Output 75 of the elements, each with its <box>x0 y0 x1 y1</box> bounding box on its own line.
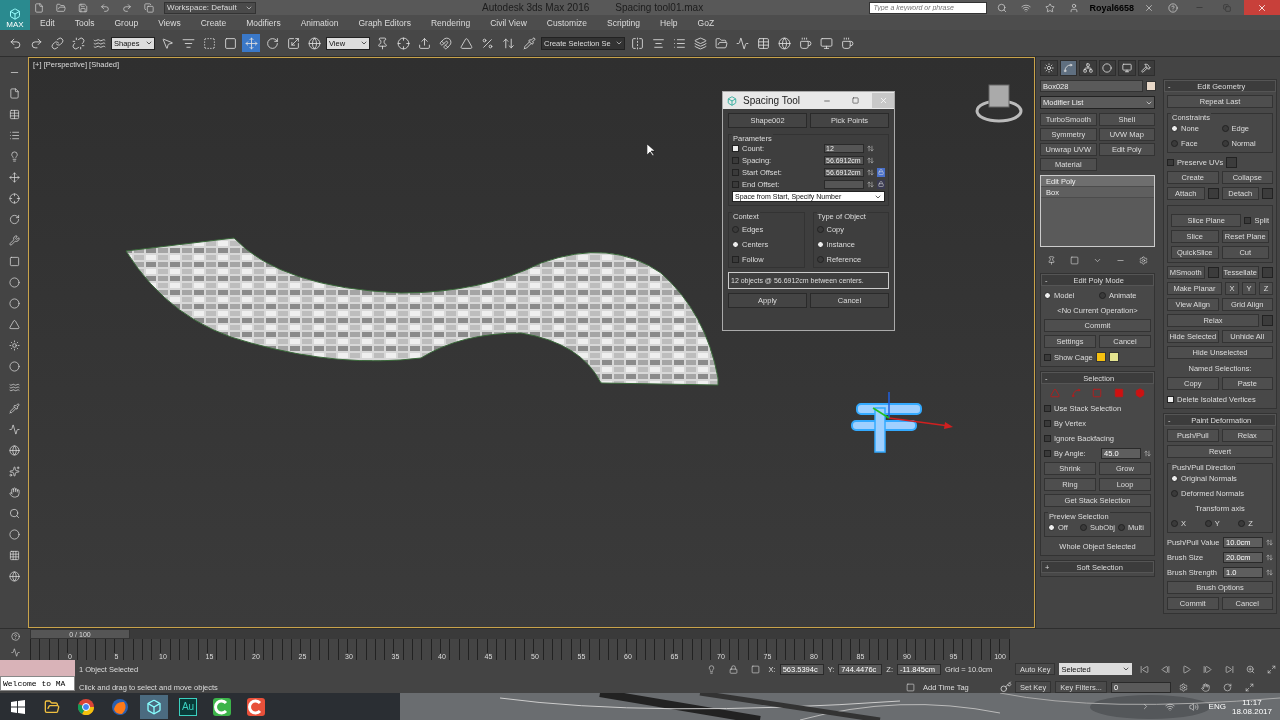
cube-icon <box>146 698 162 715</box>
lock-icon <box>878 169 884 175</box>
menu-item[interactable]: Customize <box>536 17 597 28</box>
menu-item[interactable]: GoZ <box>687 17 725 28</box>
stepper-icon[interactable] <box>867 144 874 152</box>
snap-icon[interactable] <box>436 34 454 52</box>
stepper-icon[interactable] <box>867 156 874 164</box>
menu-item[interactable]: Modifiers <box>236 17 291 28</box>
menu-item[interactable]: Edit <box>30 17 65 28</box>
color-swatch[interactable] <box>1108 352 1119 362</box>
clock-time[interactable]: 11:17 <box>1242 697 1262 707</box>
unlink-icon[interactable] <box>69 34 87 52</box>
lock-button[interactable] <box>877 179 885 189</box>
object-color-swatch[interactable] <box>1146 81 1156 91</box>
menu-item[interactable]: Tools <box>64 17 105 28</box>
menu-item[interactable]: Animation <box>290 17 349 28</box>
lock-button[interactable] <box>877 167 885 177</box>
close-button[interactable] <box>1244 0 1280 15</box>
menu-item[interactable]: Create <box>190 17 237 28</box>
app-menu-button[interactable]: MAX <box>0 0 30 30</box>
menu-item[interactable]: Rendering <box>420 17 481 28</box>
tab-icon <box>1063 63 1074 73</box>
stepper-icon[interactable] <box>867 168 874 176</box>
menu-item[interactable]: Group <box>104 17 149 28</box>
command-panel-tab[interactable] <box>1098 60 1116 76</box>
caret-icon <box>1122 665 1130 673</box>
stepper-icon[interactable] <box>1266 568 1273 576</box>
command-panel-tab[interactable] <box>1040 60 1058 76</box>
dialog-title: Spacing Tool <box>743 95 802 106</box>
workspace-dropdown[interactable]: Workspace: Default <box>164 1 256 14</box>
file-name: Spacing tool01.max <box>615 2 704 13</box>
stepper-icon[interactable] <box>1266 538 1273 546</box>
menu-item[interactable]: Help <box>650 17 688 28</box>
caret-icon <box>145 39 153 47</box>
command-panel-tab[interactable] <box>1137 60 1155 76</box>
menu-item[interactable]: Civil View <box>480 17 537 28</box>
menu-item[interactable]: Views <box>148 17 191 28</box>
viewcube-icon[interactable] <box>975 81 1023 125</box>
windows-logo-icon <box>11 699 25 714</box>
move-icon[interactable] <box>242 34 260 52</box>
caret-icon <box>360 39 368 47</box>
caret-icon <box>615 39 623 47</box>
app-icon[interactable] <box>140 694 168 719</box>
lock-icon <box>878 181 884 187</box>
command-panel-tab[interactable] <box>1118 60 1136 76</box>
viewport[interactable] <box>28 57 1035 628</box>
close-icon <box>1257 2 1267 13</box>
folder-icon[interactable] <box>44 698 60 715</box>
tab-icon <box>1121 63 1132 73</box>
menu-item[interactable]: Scripting <box>597 17 651 28</box>
maximize-icon <box>851 97 859 104</box>
cursor-icon <box>647 144 655 156</box>
tab-icon <box>1082 63 1093 73</box>
stepper-icon[interactable] <box>1144 449 1151 457</box>
clock-date[interactable]: 18.08.2017 <box>1231 706 1272 716</box>
tab-icon <box>1141 63 1152 73</box>
maxscript-listener-field[interactable]: Welcome to MA <box>0 676 75 691</box>
link-icon[interactable] <box>48 34 66 52</box>
command-panel-tab[interactable] <box>1079 60 1097 76</box>
stepper-icon[interactable] <box>867 180 874 188</box>
parameter-field[interactable] <box>824 179 864 189</box>
restore-icon <box>1223 3 1231 12</box>
logo-icon <box>9 8 21 20</box>
layers-icon[interactable] <box>691 34 709 52</box>
menu-item[interactable]: Graph Editors <box>348 17 421 28</box>
crosshair-icon[interactable] <box>394 34 412 52</box>
app-logo-icon <box>727 95 737 106</box>
tab-icon <box>1043 63 1054 73</box>
color-swatch[interactable] <box>1095 352 1106 362</box>
close-icon <box>878 96 888 105</box>
command-panel-tab[interactable] <box>1059 60 1077 76</box>
stepper-icon[interactable] <box>1266 553 1273 561</box>
material-editor-icon[interactable] <box>775 34 793 52</box>
language-indicator[interactable]: ENG <box>1208 702 1226 711</box>
tab-icon <box>1102 63 1113 73</box>
